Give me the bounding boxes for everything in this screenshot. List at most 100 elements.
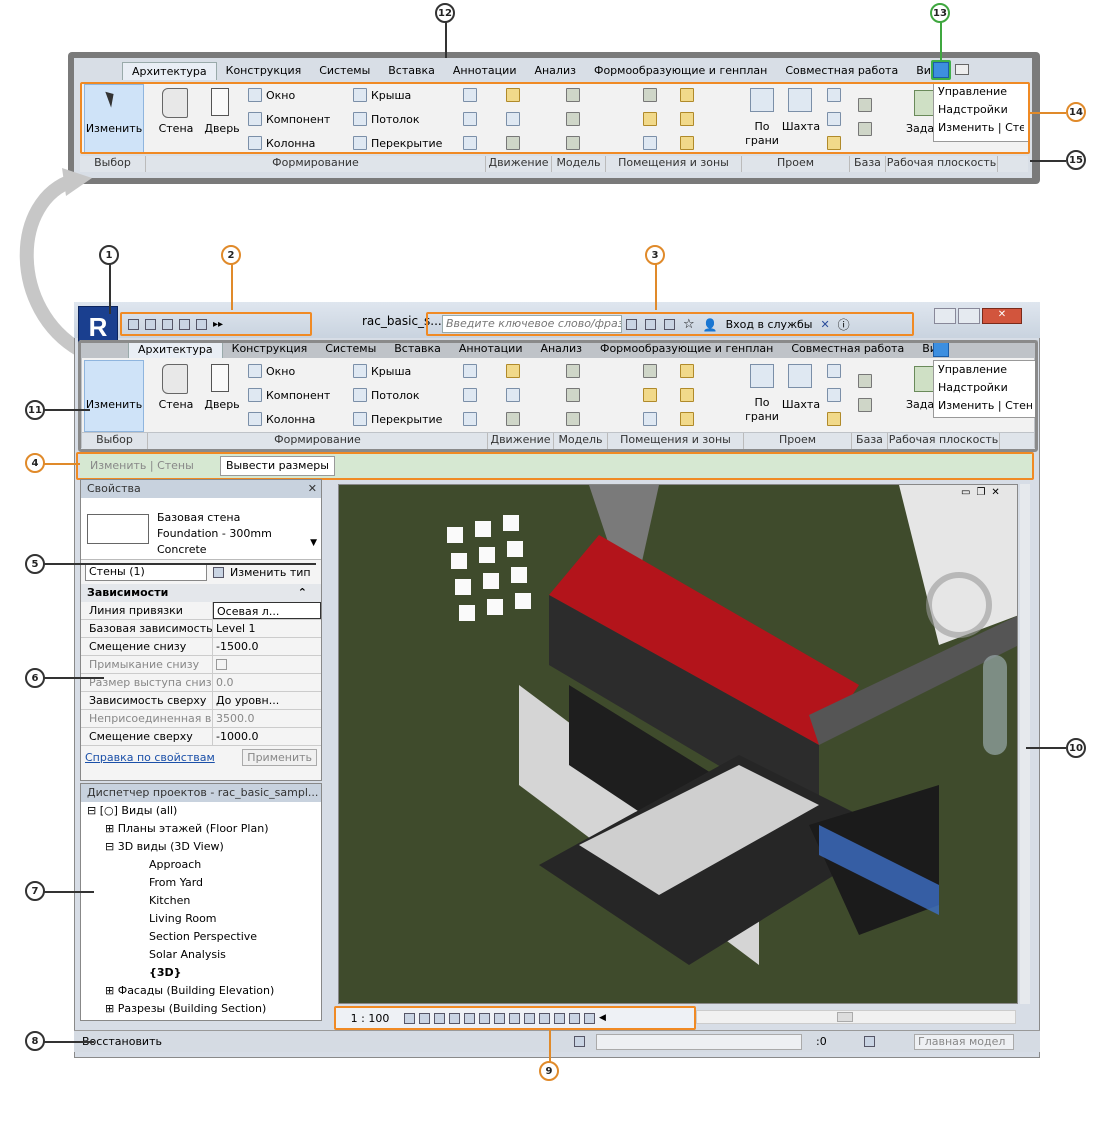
leader-6 <box>44 677 104 679</box>
expand-icon[interactable]: ⊞ <box>105 1002 114 1015</box>
properties-close-icon[interactable]: ✕ <box>308 480 317 498</box>
tree-item-elevations[interactable]: ⊞ Фасады (Building Elevation) <box>87 982 321 1000</box>
prop-value[interactable]: -1500.0 <box>213 638 321 655</box>
callout-12: 12 <box>435 3 455 23</box>
prop-row-base-offset[interactable]: Смещение снизу -1500.0 <box>81 638 321 656</box>
leader-13 <box>940 22 942 60</box>
tree-item-views[interactable]: ⊟ [○] Виды (all) <box>87 802 321 820</box>
tree-label: 3D виды (3D View) <box>117 840 224 853</box>
highlight-infocenter <box>426 312 914 336</box>
prop-row-base-attached: Примыкание снизу <box>81 656 321 674</box>
prop-row-location-line[interactable]: Линия привязки Осевая л... <box>81 602 321 620</box>
status-bar: Восстановить :0 Главная модел <box>74 1030 1040 1052</box>
prop-value[interactable]: Level 1 <box>213 620 321 637</box>
prop-row-top-constraint[interactable]: Зависимость сверху До уровн... <box>81 692 321 710</box>
leader-12 <box>445 22 447 58</box>
panel-circulation: Движение <box>486 156 552 172</box>
tab-annotate[interactable]: Аннотации <box>444 62 526 80</box>
prop-row-base-constraint[interactable]: Базовая зависимость Level 1 <box>81 620 321 638</box>
prop-key: Примыкание снизу <box>81 656 213 673</box>
leader-15 <box>1030 160 1066 162</box>
workset-select[interactable] <box>596 1034 802 1050</box>
tree-item-floor-plans[interactable]: ⊞ Планы этажей (Floor Plan) <box>87 820 321 838</box>
design-option-select[interactable]: Главная модел <box>914 1034 1014 1050</box>
tree-item-view[interactable]: Living Room <box>87 910 321 928</box>
minimize-button[interactable] <box>934 308 956 324</box>
tab-systems[interactable]: Системы <box>310 62 379 80</box>
tab-structure[interactable]: Конструкция <box>217 62 311 80</box>
properties-help-link[interactable]: Справка по свойствам <box>85 751 215 764</box>
tab-collaborate[interactable]: Совместная работа <box>776 62 907 80</box>
expand-icon[interactable]: ⊞ <box>105 984 114 997</box>
panel-label-bar: Выбор Формирование Движение Модель Помещ… <box>80 156 1028 172</box>
leader-5 <box>44 563 316 565</box>
type-selector[interactable]: Базовая стена Foundation - 300mm Concret… <box>81 498 321 560</box>
tab-architecture[interactable]: Архитектура <box>122 62 217 80</box>
properties-footer: Справка по свойствам Применить <box>81 746 321 768</box>
edit-type-button[interactable]: Изменить тип <box>230 566 311 579</box>
prop-key: Неприсоединенная в... <box>81 710 213 727</box>
leader-11 <box>44 409 90 411</box>
prop-row-unconnected-height: Неприсоединенная в... 3500.0 <box>81 710 321 728</box>
view-restore-icon[interactable]: ❐ <box>976 487 985 498</box>
tree-item-view[interactable]: Solar Analysis <box>87 946 321 964</box>
3d-view-canvas[interactable]: ▭ ❐ ✕ <box>338 484 1018 1004</box>
panel-datum: База <box>850 156 886 172</box>
tree-item-view[interactable]: Section Perspective <box>87 928 321 946</box>
expand-icon[interactable]: ⊞ <box>105 822 114 835</box>
tree-item-view[interactable]: Approach <box>87 856 321 874</box>
attached-checkbox <box>216 659 227 670</box>
leader-2 <box>231 264 233 310</box>
callout-3: 3 <box>645 245 665 265</box>
panel-room-area[interactable]: Помещения и зоны <box>606 156 742 172</box>
apply-button[interactable]: Применить <box>242 748 317 766</box>
leader-4 <box>44 463 80 465</box>
prop-key: Смещение снизу <box>81 638 213 655</box>
tree-item-sections[interactable]: ⊞ Разрезы (Building Section) <box>87 1000 321 1018</box>
maximize-button[interactable] <box>958 308 980 324</box>
view-close-icon[interactable]: ✕ <box>991 487 999 498</box>
view-window-controls: ▭ ❐ ✕ <box>961 487 1000 498</box>
filter-icon[interactable] <box>864 1036 875 1047</box>
callout-10: 10 <box>1066 738 1086 758</box>
expand-icon[interactable]: ⊟ <box>87 804 96 817</box>
prop-key: Базовая зависимость <box>81 620 213 637</box>
callout-1: 1 <box>99 245 119 265</box>
panel-opening: Проем <box>742 156 850 172</box>
type-dropdown-icon[interactable]: ▼ <box>310 538 317 548</box>
view-minimize-icon[interactable]: ▭ <box>961 487 970 498</box>
prop-row-top-offset[interactable]: Смещение сверху -1000.0 <box>81 728 321 746</box>
minimize-ribbon-button[interactable] <box>955 64 969 75</box>
collapse-icon[interactable]: ⌃ <box>298 584 307 602</box>
constraints-group[interactable]: Зависимости ⌃ <box>81 584 321 602</box>
tree-item-view[interactable]: Kitchen <box>87 892 321 910</box>
tab-insert[interactable]: Вставка <box>379 62 444 80</box>
properties-palette: Свойства ✕ Базовая стена Foundation - 300… <box>80 479 322 781</box>
prop-value[interactable]: До уровн... <box>213 692 321 709</box>
tree-label: Виды (all) <box>121 804 178 817</box>
highlight-view-control-bar <box>334 1006 696 1030</box>
views-icon: [○] <box>99 804 118 817</box>
prop-value <box>213 656 321 673</box>
highlight-options-bar <box>76 452 1034 480</box>
horizontal-scrollbar[interactable] <box>696 1010 1016 1024</box>
project-browser-header: Диспетчер проектов - rac_basic_sampl... <box>81 784 321 802</box>
leader-7 <box>44 891 94 893</box>
worksets-icon[interactable] <box>574 1036 585 1047</box>
prop-value[interactable]: Осевая л... <box>213 602 321 619</box>
prop-value[interactable]: -1000.0 <box>213 728 321 745</box>
prop-key: Линия привязки <box>81 602 213 619</box>
scroll-thumb[interactable] <box>837 1012 853 1022</box>
collapse-tree-icon[interactable]: ⊟ <box>105 840 114 853</box>
tree-item-3d-views[interactable]: ⊟ 3D виды (3D View) <box>87 838 321 856</box>
navigation-bar[interactable] <box>983 655 1007 755</box>
instance-filter[interactable]: Стены (1) <box>85 563 207 581</box>
close-button[interactable]: ✕ <box>982 308 1022 324</box>
callout-9: 9 <box>539 1061 559 1081</box>
tree-item-view[interactable]: From Yard <box>87 874 321 892</box>
tree-item-active-view[interactable]: {3D} <box>87 964 321 982</box>
tab-massing[interactable]: Формообразующие и генплан <box>585 62 776 80</box>
vertical-scrollbar[interactable] <box>1020 484 1030 1004</box>
tab-analyze[interactable]: Анализ <box>525 62 585 80</box>
callout-4: 4 <box>25 453 45 473</box>
